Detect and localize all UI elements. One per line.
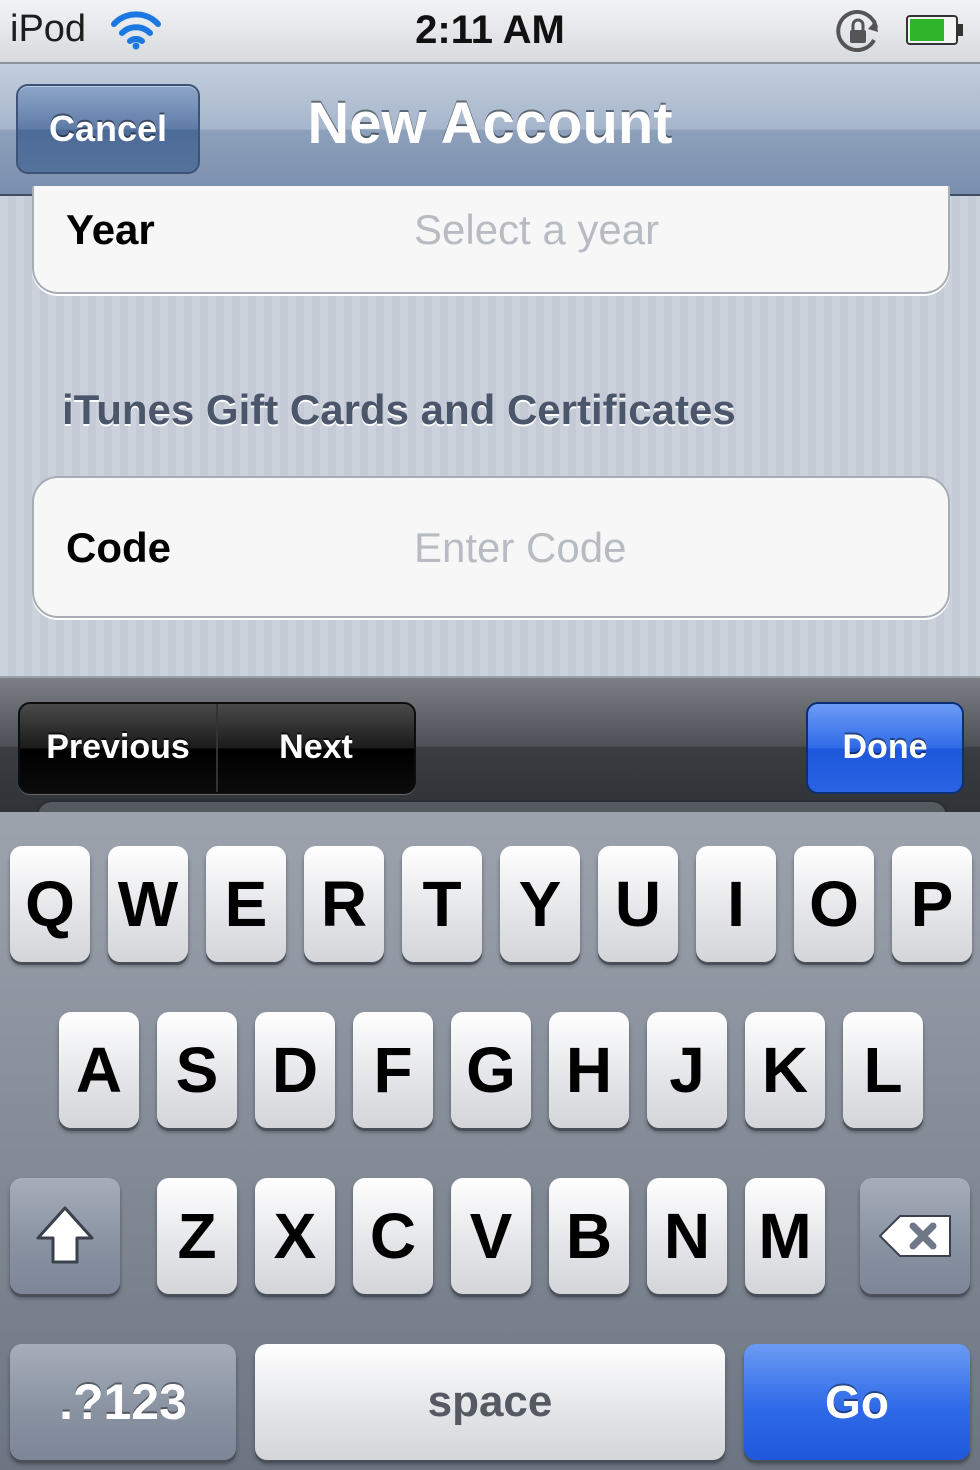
key-a[interactable]: A — [59, 1012, 139, 1128]
key-k[interactable]: K — [745, 1012, 825, 1128]
input-accessory-toolbar: Previous Next Done — [0, 676, 980, 822]
status-time: 2:11 AM — [415, 8, 565, 52]
key-t[interactable]: T — [402, 846, 482, 962]
key-b[interactable]: B — [549, 1178, 629, 1294]
key-n[interactable]: N — [647, 1178, 727, 1294]
key-r[interactable]: R — [304, 846, 384, 962]
backspace-icon — [879, 1215, 951, 1257]
delete-key[interactable] — [860, 1178, 970, 1294]
key-c[interactable]: C — [353, 1178, 433, 1294]
done-button[interactable]: Done — [806, 702, 964, 794]
shift-arrow-icon — [36, 1206, 94, 1264]
previous-button[interactable]: Previous — [20, 704, 218, 792]
key-x[interactable]: X — [255, 1178, 335, 1294]
go-key[interactable]: Go — [744, 1344, 970, 1460]
navigation-bar: Cancel New Account — [0, 64, 980, 196]
space-key[interactable]: space — [255, 1344, 725, 1460]
rotation-lock-icon — [836, 10, 878, 53]
code-label: Code — [66, 524, 171, 571]
keyboard: Q W E R T Y U I O P A S D F G H J K L Z … — [0, 812, 980, 1470]
key-z[interactable]: Z — [157, 1178, 237, 1294]
key-p[interactable]: P — [892, 846, 972, 962]
key-g[interactable]: G — [451, 1012, 531, 1128]
key-o[interactable]: O — [794, 846, 874, 962]
key-s[interactable]: S — [157, 1012, 237, 1128]
gift-cards-section-header: iTunes Gift Cards and Certificates — [62, 386, 736, 433]
key-v[interactable]: V — [451, 1178, 531, 1294]
cancel-button[interactable]: Cancel — [16, 84, 200, 174]
key-y[interactable]: Y — [500, 846, 580, 962]
key-d[interactable]: D — [255, 1012, 335, 1128]
status-bar: iPod 2:11 AM — [0, 0, 980, 64]
key-h[interactable]: H — [549, 1012, 629, 1128]
key-q[interactable]: Q — [10, 846, 90, 962]
previous-next-control: Previous Next — [18, 702, 416, 794]
key-u[interactable]: U — [598, 846, 678, 962]
code-field[interactable]: Code Enter Code — [32, 476, 950, 618]
key-e[interactable]: E — [206, 846, 286, 962]
page-title: New Account — [307, 91, 673, 156]
battery-icon — [906, 15, 963, 45]
year-placeholder[interactable]: Select a year — [414, 206, 659, 254]
code-input[interactable]: Enter Code — [414, 524, 626, 572]
numbers-key[interactable]: .?123 — [10, 1344, 236, 1460]
shift-key[interactable] — [10, 1178, 120, 1294]
year-label: Year — [66, 206, 155, 253]
key-l[interactable]: L — [843, 1012, 923, 1128]
year-field[interactable]: Year Select a year — [32, 186, 950, 294]
form-scroll-area[interactable]: Year Select a year iTunes Gift Cards and… — [0, 186, 980, 676]
key-j[interactable]: J — [647, 1012, 727, 1128]
key-m[interactable]: M — [745, 1178, 825, 1294]
key-w[interactable]: W — [108, 846, 188, 962]
key-f[interactable]: F — [353, 1012, 433, 1128]
next-button[interactable]: Next — [218, 704, 414, 792]
key-i[interactable]: I — [696, 846, 776, 962]
